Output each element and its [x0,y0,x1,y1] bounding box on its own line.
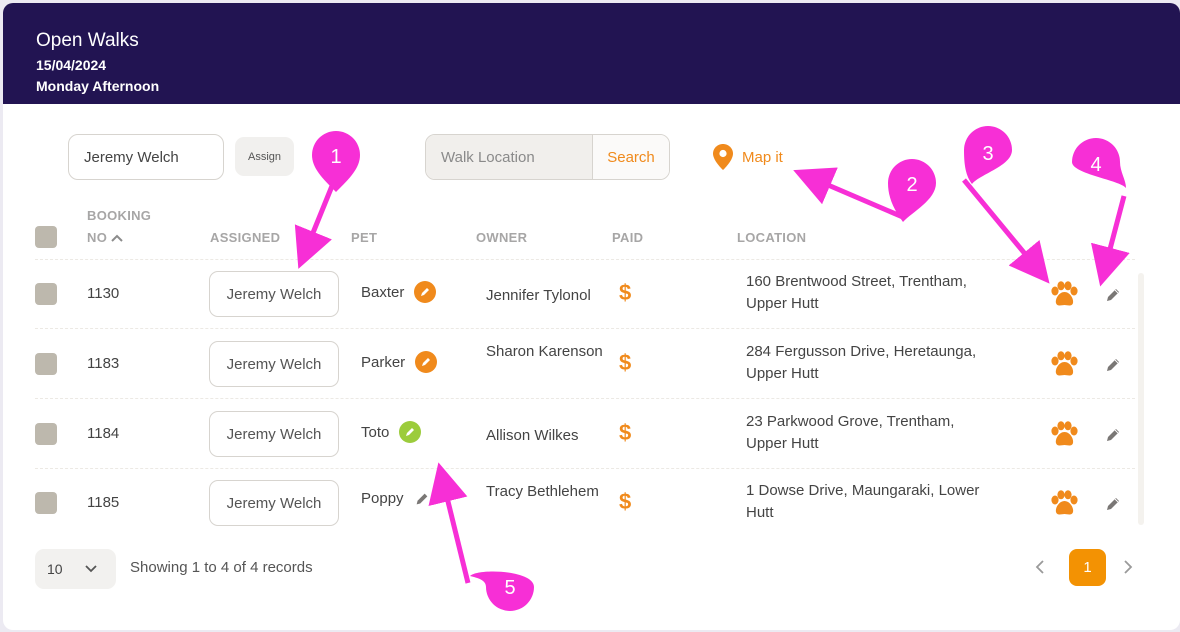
sort-ascending-icon [111,234,123,242]
pencil-icon[interactable] [1104,426,1122,444]
row-checkbox[interactable] [35,353,57,375]
paw-icon[interactable] [1049,281,1079,309]
map-it-label: Map it [742,148,783,166]
paw-icon[interactable] [1049,490,1079,518]
row-divider [35,259,1135,260]
walk-location: 1 Dowse Drive, Maungaraki, Lower Hutt [746,482,980,521]
location-search: Walk Location Search [425,134,670,180]
owner-name: Tracy Bethlehem [486,483,599,500]
header-booking-line2: NO [87,230,108,245]
assigned-walker-field[interactable]: Jeremy Welch [209,480,339,526]
pet-name: Parker [361,353,406,371]
pet-name: Poppy [361,490,404,507]
assigned-walker-field[interactable]: Jeremy Welch [209,411,339,457]
assigned-walker-field[interactable]: Jeremy Welch [209,341,339,387]
select-all-checkbox[interactable] [35,226,57,248]
walk-location-input[interactable]: Walk Location [426,135,592,179]
pet-notes-badge-icon[interactable] [399,421,422,443]
header-booking-no[interactable]: NO [87,230,123,245]
paid-icon: $ [619,489,632,514]
header-date: 15/04/2024 [36,57,107,73]
pet-cell: Baxter [361,281,437,303]
chevron-down-icon [84,565,97,573]
pet-cell: Parker [361,351,438,373]
row-divider [35,468,1135,469]
chevron-right-icon[interactable] [1123,560,1133,574]
chevron-left-icon[interactable] [1035,560,1045,574]
page-size-value: 10 [47,561,63,577]
paid-icon: $ [619,280,632,305]
row-checkbox[interactable] [35,492,57,514]
header-assigned[interactable]: ASSIGNED [210,230,280,245]
search-button[interactable]: Search [592,135,669,179]
paid-icon: $ [619,350,632,375]
owner-name: Jennifer Tylonol [486,287,591,304]
paid-icon: $ [619,420,632,445]
booking-number: 1184 [87,425,120,442]
booking-number: 1130 [87,285,120,302]
header-paid[interactable]: PAID [612,230,643,245]
row-checkbox[interactable] [35,423,57,445]
header-pet[interactable]: PET [351,230,377,245]
pet-name: Baxter [361,283,405,301]
pet-notes-badge-icon[interactable] [414,281,437,303]
row-divider [35,328,1135,329]
pencil-icon[interactable] [1104,495,1122,513]
row-divider [35,398,1135,399]
header-period: Monday Afternoon [36,78,160,94]
header-location[interactable]: LOCATION [737,230,806,245]
assigned-walker-field[interactable]: Jeremy Welch [209,271,339,317]
pencil-icon[interactable] [414,491,430,507]
map-it-link[interactable]: Map it [713,144,783,170]
pet-cell: Toto [361,421,422,443]
page-button-current[interactable]: 1 [1069,549,1106,586]
assign-button[interactable]: Assign [235,137,294,176]
page-size-select[interactable]: 10 [35,549,116,589]
pencil-icon[interactable] [1104,286,1122,304]
header-owner[interactable]: OWNER [476,230,527,245]
booking-number: 1183 [87,355,120,372]
table-scrollbar[interactable] [1138,273,1144,525]
owner-name: Allison Wilkes [486,427,579,444]
header-booking-line1[interactable]: BOOKING [87,208,151,223]
page-title: Open Walks [36,30,139,51]
walk-location: 284 Fergusson Drive, Heretaunga, Upper H… [746,343,977,382]
pencil-icon[interactable] [1104,356,1122,374]
pet-cell: Poppy [361,490,430,507]
row-checkbox[interactable] [35,283,57,305]
paw-icon[interactable] [1049,421,1079,449]
pet-notes-badge-icon[interactable] [415,351,438,373]
walk-location: 160 Brentwood Street, Trentham, Upper Hu… [746,273,967,312]
owner-name: Sharon Karenson [486,343,603,360]
pet-name: Toto [361,423,390,441]
page-header: Open Walks 15/04/2024 Monday Afternoon [3,3,1180,104]
open-walks-card: Open Walks 15/04/2024 Monday Afternoon J… [3,3,1180,630]
walker-input[interactable]: Jeremy Welch [68,134,224,180]
paw-icon[interactable] [1049,351,1079,379]
booking-number: 1185 [87,494,120,511]
records-summary: Showing 1 to 4 of 4 records [130,559,313,576]
map-pin-icon [713,144,733,170]
walk-location: 23 Parkwood Grove, Trentham, Upper Hutt [746,413,955,452]
